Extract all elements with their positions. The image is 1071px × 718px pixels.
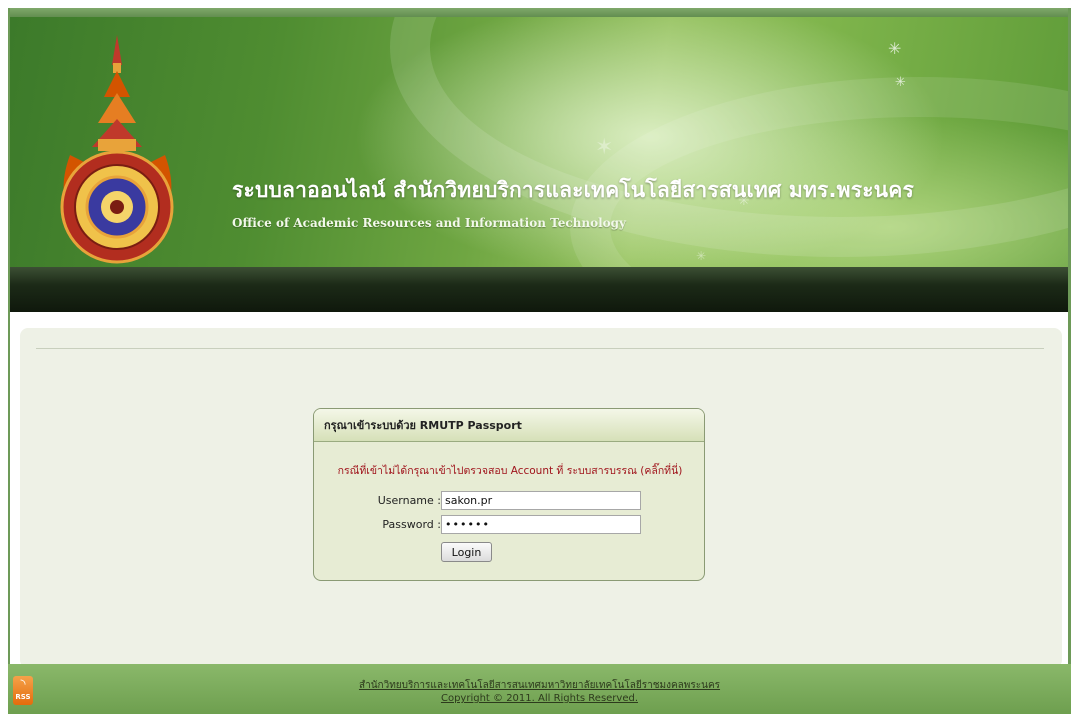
menu-bar <box>10 267 1068 312</box>
username-label: Username : <box>377 494 441 507</box>
footer: ◝ RSS สำนักวิทยบริการและเทคโนโลยีสารสนเท… <box>8 664 1071 714</box>
sparkle-icon: ✳ <box>888 39 902 58</box>
sparkle-icon: ✳ <box>895 75 906 90</box>
username-input[interactable] <box>441 491 641 510</box>
org-link[interactable]: สำนักวิทยบริการและเทคโนโลยีสารสนเทศมหาวิ… <box>359 680 720 691</box>
password-label: Password : <box>382 518 441 531</box>
password-input[interactable] <box>441 515 641 534</box>
account-check-link[interactable]: กรณีที่เข้าไม่ได้กรุณาเข้าไปตรวจสอบ Acco… <box>314 462 704 479</box>
login-button[interactable]: Login <box>441 542 492 562</box>
page: ✳ ✳ ✶ ✳ ✳ ระบบลาออนไลน์ สำนักวิทยบริการแ… <box>0 0 1071 718</box>
rmutp-emblem-icon <box>60 35 174 264</box>
login-heading: กรุณาเข้าระบบด้วย RMUTP Passport <box>314 409 704 442</box>
password-row: Password : <box>314 515 704 535</box>
banner-subtitle: Office of Academic Resources and Informa… <box>232 216 627 230</box>
content-panel: กรุณาเข้าระบบด้วย RMUTP Passport กรณีที่… <box>20 328 1062 668</box>
copyright-link[interactable]: Copyright © 2011. All Rights Reserved. <box>441 693 638 704</box>
footer-text: สำนักวิทยบริการและเทคโนโลยีสารสนเทศมหาวิ… <box>8 679 1071 705</box>
header-banner: ✳ ✳ ✶ ✳ ✳ ระบบลาออนไลน์ สำนักวิทยบริการแ… <box>10 17 1068 267</box>
sparkle-icon: ✶ <box>595 135 614 160</box>
login-box: กรุณาเข้าระบบด้วย RMUTP Passport กรณีที่… <box>313 408 705 581</box>
sparkle-icon: ✳ <box>696 249 707 263</box>
banner-title: ระบบลาออนไลน์ สำนักวิทยบริการและเทคโนโลย… <box>232 178 914 202</box>
username-row: Username : <box>314 491 704 511</box>
divider <box>36 348 1044 349</box>
